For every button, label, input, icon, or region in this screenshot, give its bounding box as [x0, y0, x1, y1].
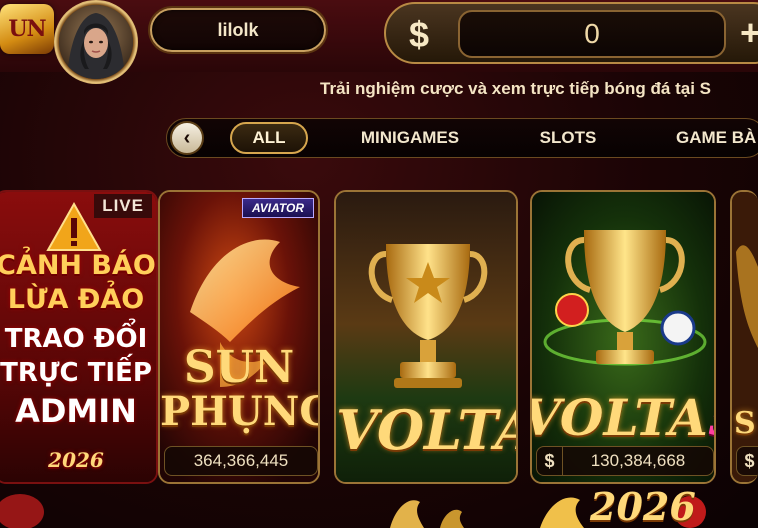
- card-volta-5[interactable]: VOLTA5 $ 130,384,668: [530, 190, 716, 484]
- avatar-image: [59, 5, 133, 79]
- footer-year: 2026: [590, 484, 696, 528]
- tab-label: ALL: [252, 128, 286, 147]
- warning-line-4: TRỰC TIẾP: [0, 358, 152, 388]
- horse-icon: [390, 500, 424, 528]
- username-display[interactable]: lilolk: [150, 8, 326, 52]
- jackpot-partial: $: [736, 446, 758, 476]
- add-funds-icon[interactable]: +: [740, 10, 758, 56]
- tab-label: SLOTS: [539, 128, 597, 147]
- tab-label: GAME BÀ: [676, 128, 757, 147]
- username-text: lilolk: [217, 19, 259, 40]
- volta-title: VOLTA: [336, 398, 518, 462]
- dollar-icon: $: [737, 447, 758, 475]
- tab-game-bai[interactable]: GAME BÀ: [676, 122, 758, 154]
- warning-line-1: CẢNH BÁO: [0, 250, 156, 281]
- warning-line-2: LỪA ĐẢO: [7, 284, 145, 315]
- jackpot-sunphung: 364,366,445: [164, 446, 318, 476]
- tab-label: MINIGAMES: [360, 128, 460, 147]
- card-scam-warning[interactable]: LIVE CẢNH BÁO LỪA ĐẢO TRAO ĐỔI TRỰC TIẾP…: [0, 190, 158, 484]
- volta5-title-text: VOLTA: [530, 388, 708, 447]
- jackpot-value: 364,366,445: [193, 451, 289, 470]
- balance-value: 0: [458, 10, 726, 58]
- aviator-badge: AVIATOR: [242, 198, 314, 218]
- volta5-title-suffix: 5: [708, 388, 714, 447]
- card-partial[interactable]: S $: [730, 190, 758, 484]
- card-sun-phung[interactable]: AVIATOR SUN PHỤNG 364,366,445: [158, 190, 320, 484]
- tab-slots[interactable]: SLOTS: [526, 122, 610, 154]
- card-volta[interactable]: VOLTA: [334, 190, 518, 484]
- partial-title: S: [734, 406, 756, 441]
- volta5-title: VOLTA5: [532, 388, 714, 447]
- app-logo[interactable]: UN: [0, 4, 54, 54]
- warning-line-5: ADMIN: [15, 392, 137, 430]
- balance-panel: $ 0 +: [384, 2, 758, 64]
- back-button[interactable]: ‹: [170, 121, 204, 155]
- live-badge: LIVE: [94, 194, 152, 218]
- announcement-marquee: Trải nghiệm cược và xem trực tiếp bóng đ…: [320, 74, 758, 104]
- tab-minigames[interactable]: MINIGAMES: [350, 122, 470, 154]
- warning-year: 2026: [48, 448, 104, 472]
- logo-text: UN: [8, 16, 46, 42]
- warning-line-3: TRAO ĐỔI: [4, 324, 148, 354]
- dollar-icon: $: [408, 14, 430, 55]
- dollar-icon: $: [537, 447, 563, 475]
- jackpot-volta5: $ 130,384,668: [536, 446, 714, 476]
- jackpot-value: 130,384,668: [590, 451, 686, 470]
- chevron-left-icon: ‹: [183, 126, 191, 149]
- sunphung-title-line1: SUN: [183, 342, 295, 393]
- hooded-figure-icon: [59, 5, 133, 79]
- horse-icon: [440, 509, 464, 528]
- sunphung-title-line2: PHỤNG: [160, 388, 320, 435]
- avatar[interactable]: [54, 0, 138, 84]
- marquee-text: Trải nghiệm cược và xem trực tiếp bóng đ…: [320, 79, 711, 98]
- horse-icon: [540, 497, 584, 528]
- lantern-icon: [0, 494, 44, 528]
- tab-all[interactable]: ALL: [230, 122, 308, 154]
- phoenix-icon: [160, 192, 318, 482]
